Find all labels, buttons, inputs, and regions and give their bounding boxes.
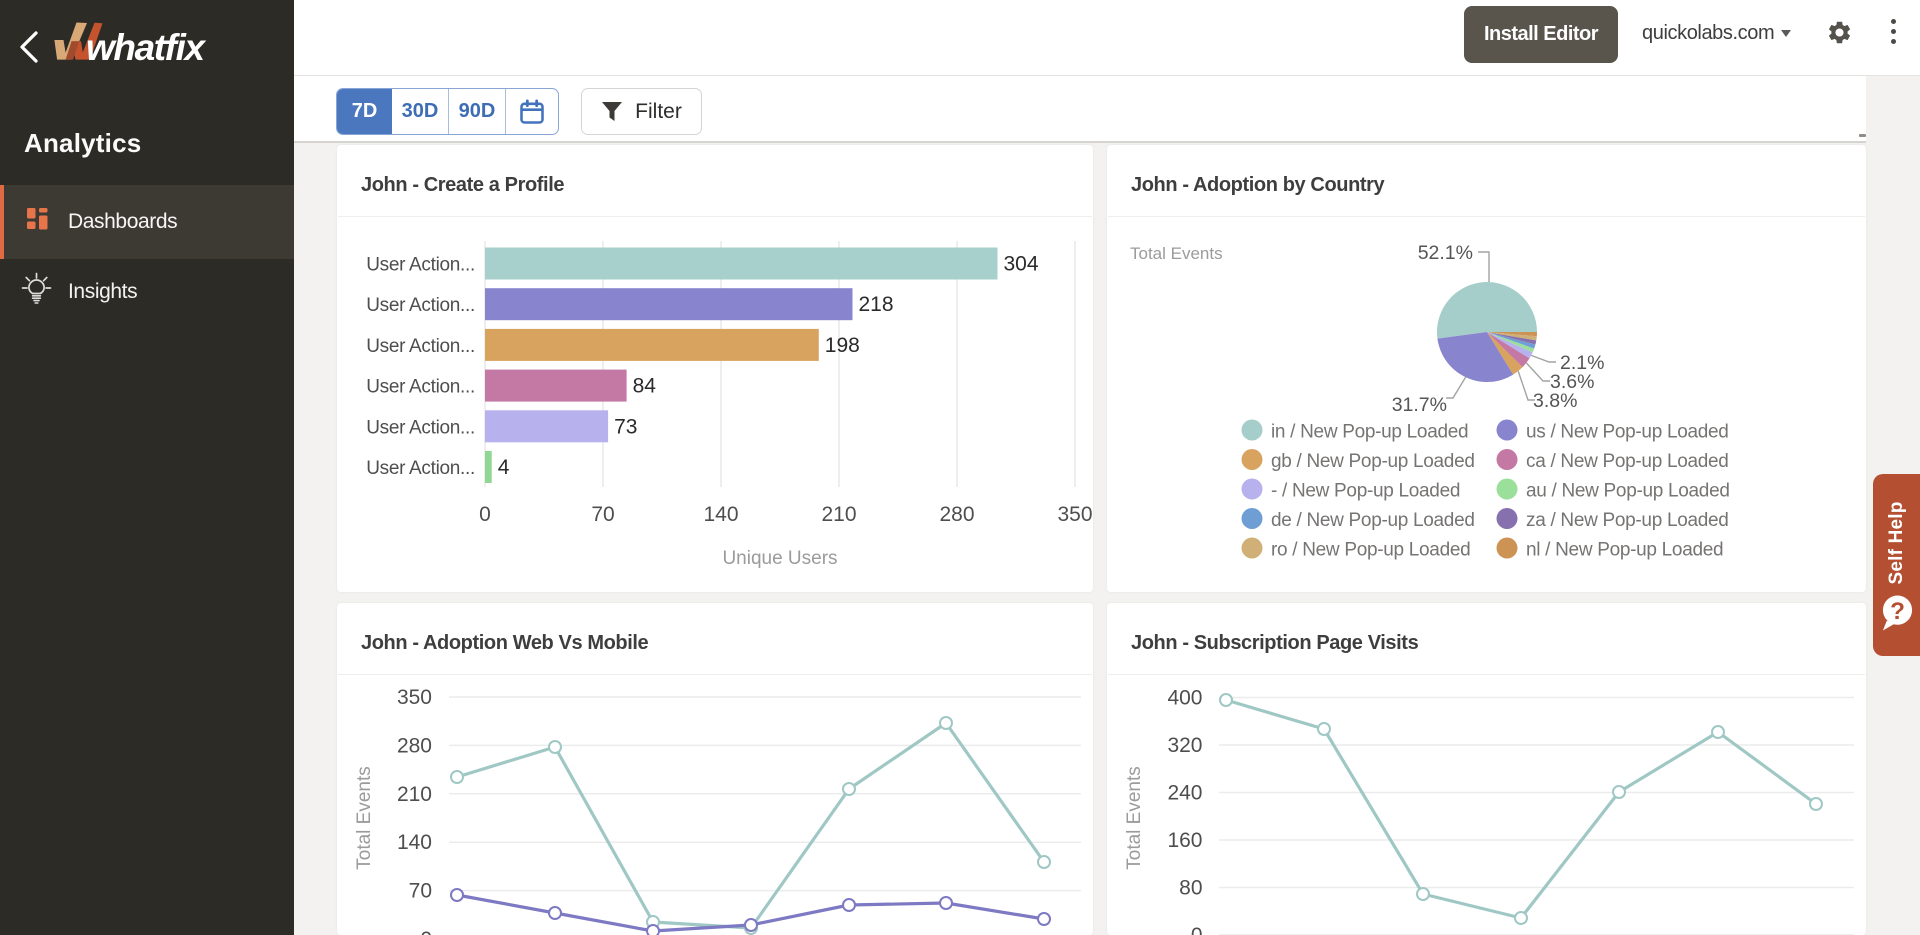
svg-text:320: 320 — [1167, 734, 1202, 757]
svg-text:?: ? — [1890, 598, 1905, 625]
svg-text:User Action...: User Action... — [366, 295, 475, 316]
svg-text:ca / New Pop-up Loaded: ca / New Pop-up Loaded — [1526, 451, 1729, 472]
svg-text:User Action...: User Action... — [366, 377, 475, 398]
svg-text:Total Events: Total Events — [1130, 244, 1223, 263]
svg-text:350: 350 — [397, 686, 432, 709]
svg-text:0: 0 — [1191, 924, 1203, 935]
svg-text:au / New Pop-up Loaded: au / New Pop-up Loaded — [1526, 481, 1730, 502]
svg-text:210: 210 — [821, 503, 856, 526]
svg-text:198: 198 — [825, 334, 860, 357]
svg-text:User Action...: User Action... — [366, 255, 475, 276]
svg-text:52.1%: 52.1% — [1418, 242, 1473, 264]
svg-text:84: 84 — [633, 375, 657, 398]
svg-text:400: 400 — [1167, 687, 1202, 710]
svg-text:80: 80 — [1179, 877, 1202, 900]
svg-text:4: 4 — [498, 456, 510, 479]
svg-text:za / New Pop-up Loaded: za / New Pop-up Loaded — [1526, 510, 1729, 531]
svg-text:70: 70 — [409, 880, 432, 903]
svg-text:140: 140 — [397, 831, 432, 854]
svg-text:304: 304 — [1004, 253, 1039, 276]
svg-text:nl / New Pop-up Loaded: nl / New Pop-up Loaded — [1526, 540, 1723, 561]
svg-text:31.7%: 31.7% — [1392, 394, 1447, 416]
svg-text:70: 70 — [591, 503, 614, 526]
svg-text:User Action...: User Action... — [366, 336, 475, 357]
svg-text:ro / New Pop-up Loaded: ro / New Pop-up Loaded — [1271, 540, 1470, 561]
svg-text:Total Events: Total Events — [1124, 766, 1145, 870]
svg-text:Total Events: Total Events — [354, 766, 375, 870]
svg-text:350: 350 — [1057, 503, 1092, 526]
svg-text:Unique Users: Unique Users — [722, 548, 837, 569]
svg-text:140: 140 — [703, 503, 738, 526]
svg-text:- / New Pop-up Loaded: - / New Pop-up Loaded — [1271, 481, 1460, 502]
svg-text:whatfix: whatfix — [86, 27, 206, 68]
svg-text:3.8%: 3.8% — [1533, 390, 1577, 412]
svg-text:160: 160 — [1167, 829, 1202, 852]
svg-text:gb / New Pop-up Loaded: gb / New Pop-up Loaded — [1271, 451, 1475, 472]
svg-text:us / New Pop-up Loaded: us / New Pop-up Loaded — [1526, 422, 1729, 443]
svg-text:0: 0 — [479, 503, 491, 526]
svg-text:User Action...: User Action... — [366, 417, 475, 438]
svg-text:280: 280 — [939, 503, 974, 526]
svg-text:218: 218 — [859, 293, 894, 316]
svg-text:240: 240 — [1167, 782, 1202, 805]
svg-text:280: 280 — [397, 734, 432, 757]
svg-text:73: 73 — [614, 415, 637, 438]
svg-text:210: 210 — [397, 783, 432, 806]
svg-text:0: 0 — [420, 928, 432, 935]
svg-text:in / New Pop-up Loaded: in / New Pop-up Loaded — [1271, 422, 1468, 443]
svg-text:de / New Pop-up Loaded: de / New Pop-up Loaded — [1271, 510, 1475, 531]
svg-text:User Action...: User Action... — [366, 458, 475, 479]
